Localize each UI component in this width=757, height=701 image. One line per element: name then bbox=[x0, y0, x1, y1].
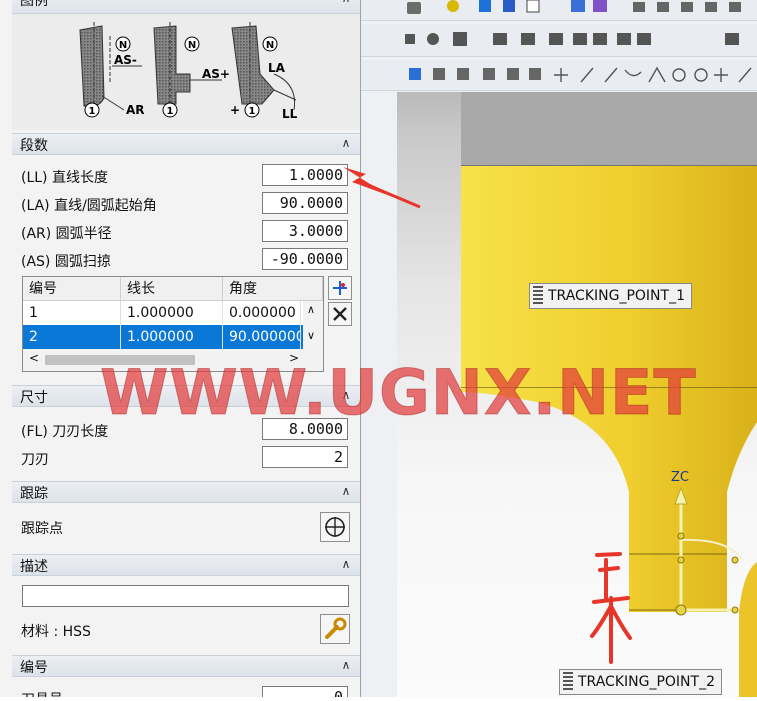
red-arrow-shaft bbox=[355, 178, 421, 209]
watermark-text: WWW.UGNX.NET bbox=[100, 356, 697, 430]
annotation-overlay bbox=[343, 167, 632, 664]
handwritten-red-mark bbox=[590, 552, 632, 664]
